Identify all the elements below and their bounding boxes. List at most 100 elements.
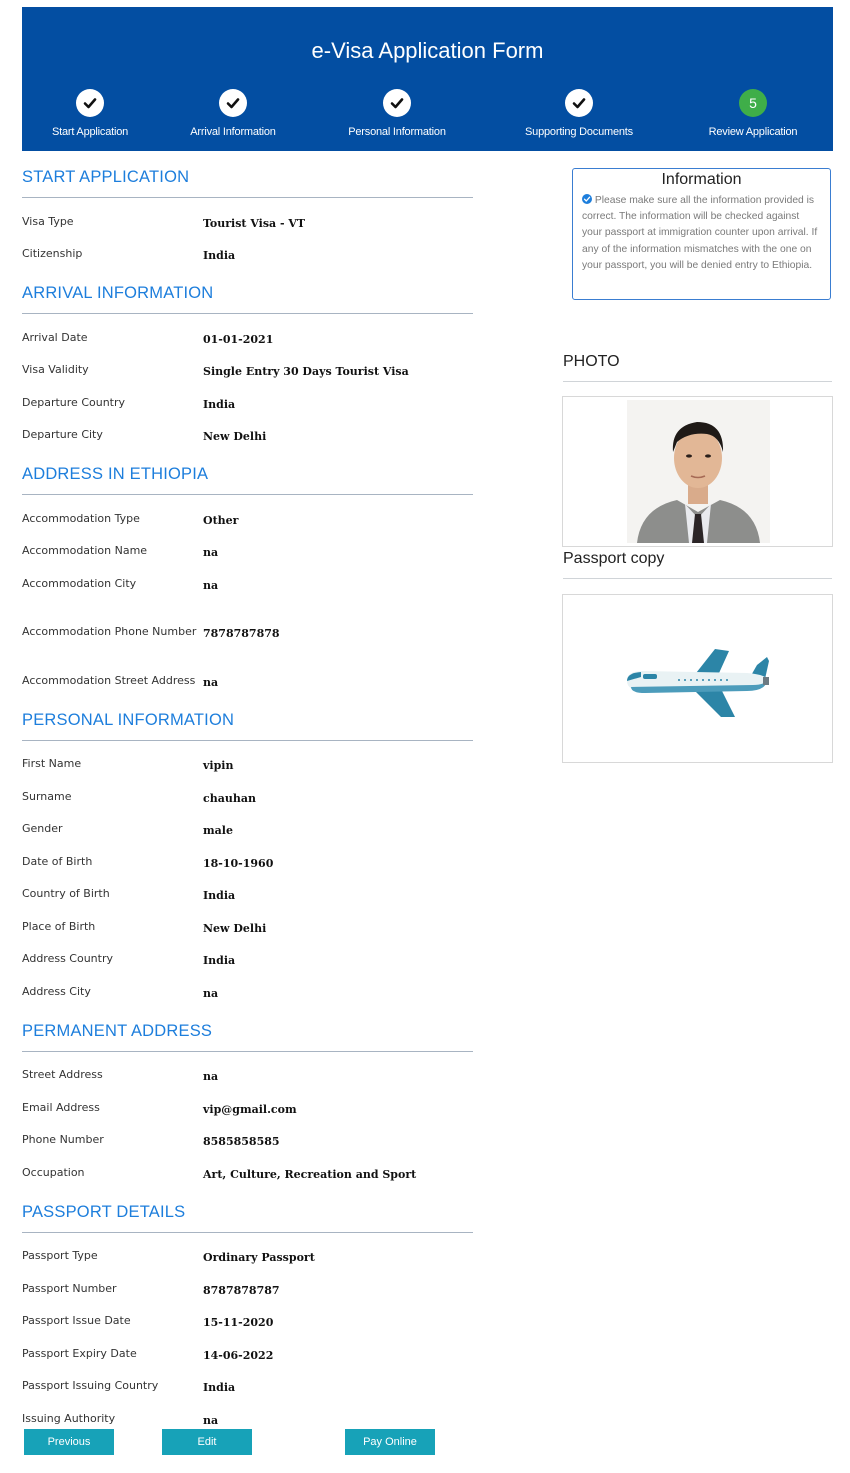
detail-row: Country of Birth India (22, 875, 473, 908)
field-label: Surname (22, 789, 72, 803)
detail-row: First Name vipin (22, 745, 473, 778)
field-value: India (203, 954, 236, 967)
field-label: Visa Validity (22, 363, 89, 376)
check-icon (383, 89, 411, 117)
detail-row: Address Country India (22, 940, 473, 973)
field-value: chauhan (203, 791, 256, 805)
information-panel: Information Please make sure all the inf… (572, 168, 831, 300)
edit-button[interactable]: Edit (162, 1429, 252, 1455)
field-value: 8585858585 (203, 1135, 280, 1148)
field-value: 15-11-2020 (203, 1316, 274, 1329)
field-value: Single Entry 30 Days Tourist Visa (203, 365, 409, 378)
page-title: e-Visa Application Form (311, 38, 544, 63)
step-label: Personal Information (348, 126, 446, 138)
step-review-application[interactable]: 5 Review Application (678, 89, 828, 138)
detail-row: Accommodation Phone Number 7878787878 (22, 597, 473, 646)
information-text: Please make sure all the information pro… (582, 195, 818, 271)
field-value: na (203, 578, 219, 592)
field-label: Accommodation Phone Number (22, 625, 197, 638)
section-title-permanent-address: PERMANENT ADDRESS (22, 1005, 473, 1052)
step-personal-information[interactable]: Personal Information (322, 89, 472, 138)
check-circle-icon (582, 194, 592, 204)
section-title-arrival-information: ARRIVAL INFORMATION (22, 267, 473, 314)
step-number-badge: 5 (739, 89, 767, 117)
field-label: Passport Issue Date (22, 1314, 131, 1327)
detail-row: Passport Number 8787878787 (22, 1269, 473, 1302)
photo-heading: PHOTO (563, 353, 832, 382)
field-label: Place of Birth (22, 919, 96, 933)
field-value: 8787878787 (203, 1283, 280, 1297)
detail-row: Passport Issuing Country India (22, 1367, 473, 1400)
field-value: New Delhi (203, 921, 267, 935)
detail-row: Place of Birth New Delhi (22, 907, 473, 940)
field-label: Email Address (22, 1100, 100, 1114)
field-value: Ordinary Passport (203, 1251, 315, 1264)
step-label: Start Application (51, 126, 129, 138)
field-label: Passport Number (22, 1281, 117, 1295)
field-label: Visa Type (22, 214, 74, 228)
field-value: na (203, 1413, 219, 1427)
field-value: India (203, 1381, 236, 1394)
field-value: male (203, 824, 233, 837)
section-title-personal-information: PERSONAL INFORMATION (22, 694, 473, 741)
detail-row: Date of Birth 18-10-1960 (22, 842, 473, 875)
step-start-application[interactable]: Start Application (15, 89, 165, 138)
field-value: na (203, 1070, 219, 1083)
field-label: Passport Expiry Date (22, 1346, 137, 1360)
field-label: Departure City (22, 428, 103, 441)
field-label: Departure Country (22, 395, 126, 409)
field-value: 14-06-2022 (203, 1348, 274, 1362)
field-label: Accommodation Name (22, 544, 148, 557)
detail-row: Passport Type Ordinary Passport (22, 1237, 473, 1270)
detail-row: Visa Type Tourist Visa - VT (22, 202, 473, 235)
pay-online-button[interactable]: Pay Online (345, 1429, 435, 1455)
detail-row: Surname chauhan (22, 777, 473, 810)
field-value: India (203, 889, 236, 902)
step-label: Review Application (708, 126, 798, 138)
field-value: na (203, 986, 219, 1000)
field-value: New Delhi (203, 430, 267, 443)
section-title-passport-details: PASSPORT DETAILS (22, 1186, 473, 1233)
photo-container (562, 396, 833, 547)
step-label: Arrival Information (190, 126, 276, 138)
step-supporting-documents[interactable]: Supporting Documents (504, 89, 654, 138)
detail-row: Gender male (22, 810, 473, 843)
field-value: 18-10-1960 (203, 856, 274, 870)
field-value: 7878787878 (203, 627, 280, 640)
field-label: Passport Type (22, 1249, 98, 1262)
field-label: Arrival Date (22, 330, 88, 344)
field-value: Other (203, 513, 239, 527)
step-label: Supporting Documents (525, 126, 633, 138)
passport-copy-heading: Passport copy (563, 550, 832, 579)
information-text-block: Please make sure all the information pro… (582, 193, 821, 274)
detail-row: Accommodation Type Other (22, 499, 473, 532)
check-icon (76, 89, 104, 117)
detail-row: Visa Validity Single Entry 30 Days Touris… (22, 351, 473, 384)
field-value: India (203, 249, 236, 262)
detail-row: Passport Expiry Date 14-06-2022 (22, 1334, 473, 1367)
field-value: vip@gmail.com (203, 1102, 297, 1116)
previous-button[interactable]: Previous (24, 1429, 114, 1455)
field-label: Passport Issuing Country (22, 1379, 159, 1392)
field-label: Accommodation City (22, 576, 137, 590)
step-arrival-information[interactable]: Arrival Information (158, 89, 308, 138)
field-label: Date of Birth (22, 854, 93, 868)
field-label: Address City (22, 984, 91, 998)
review-details: START APPLICATION Visa Type Tourist Visa … (22, 151, 473, 1432)
detail-row: Issuing Authority na (22, 1399, 473, 1432)
detail-row: Passport Issue Date 15-11-2020 (22, 1302, 473, 1335)
airplane-icon[interactable] (623, 647, 773, 719)
applicant-photo[interactable] (627, 400, 770, 543)
field-value: vipin (203, 759, 234, 772)
check-icon (219, 89, 247, 117)
detail-row: Occupation Art, Culture, Recreation and S… (22, 1153, 473, 1186)
detail-row: Accommodation Name na (22, 532, 473, 565)
check-icon (565, 89, 593, 117)
detail-row: Departure City New Delhi (22, 416, 473, 449)
detail-row: Accommodation City na (22, 564, 473, 597)
detail-row: Arrival Date 01-01-2021 (22, 318, 473, 351)
field-value: Tourist Visa - VT (203, 216, 306, 230)
field-label: Issuing Authority (22, 1411, 116, 1425)
field-value: na (203, 546, 219, 559)
section-title-address-in-ethiopia: ADDRESS IN ETHIOPIA (22, 448, 473, 495)
